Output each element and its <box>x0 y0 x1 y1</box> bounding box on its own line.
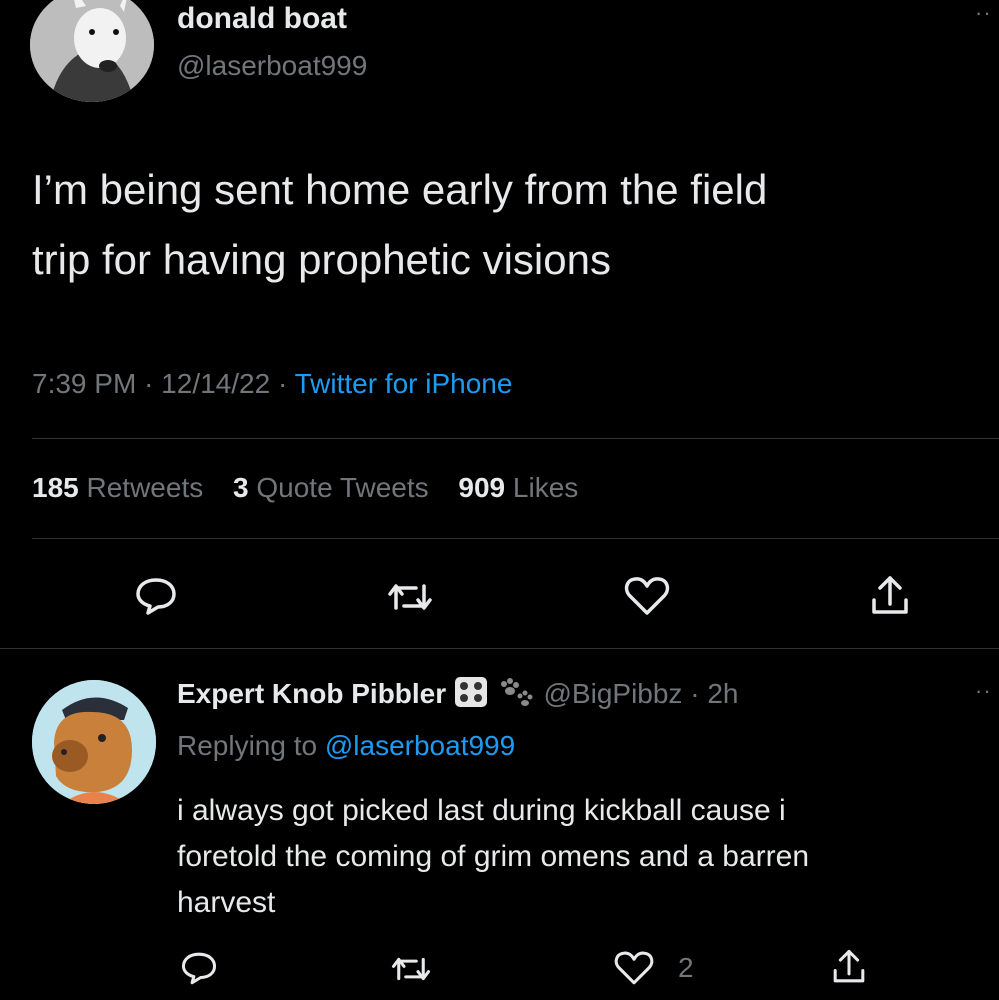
quote-tweets-label[interactable]: Quote Tweets <box>256 472 428 503</box>
meta-separator: · <box>277 368 288 399</box>
paw-prints-emoji-icon <box>496 676 536 715</box>
retweet-icon[interactable] <box>390 952 432 986</box>
reply-text-line-3: harvest <box>177 886 276 919</box>
likes-count[interactable]: 909 <box>458 472 505 503</box>
author-display-name[interactable]: donald boat <box>177 2 347 36</box>
tweet-date[interactable]: 12/14/22 <box>161 368 270 399</box>
reply-text-line-1: i always got picked last during kickball… <box>177 794 786 827</box>
tweet-stats: 185 Retweets 3 Quote Tweets 909 Likes <box>32 472 600 504</box>
reply-text-line-2: foretold the coming of grim omens and a … <box>177 840 810 873</box>
reply-icon[interactable] <box>134 576 178 616</box>
replying-to-label: Replying to <box>177 730 318 761</box>
share-icon[interactable] <box>868 574 912 618</box>
tweet-time: 7:39 PM <box>32 368 137 399</box>
dog-avatar-icon <box>30 0 154 102</box>
reply-more-options-icon[interactable]: ·· <box>975 678 992 704</box>
author-handle[interactable]: @laserboat999 <box>177 50 367 82</box>
more-options-icon[interactable]: ·· <box>975 0 992 26</box>
meta-separator: · <box>690 677 700 709</box>
reply-header: Expert Knob Pibbler @BigPibbz · 2h <box>177 676 738 715</box>
retweets-label[interactable]: Retweets <box>87 472 204 503</box>
like-icon[interactable] <box>614 950 654 986</box>
divider <box>32 538 999 539</box>
reply-time-ago[interactable]: 2h <box>707 678 738 709</box>
dice-emoji-icon <box>454 676 488 715</box>
tweet-text-line-2: trip for having prophetic visions <box>32 236 611 283</box>
quote-tweets-count[interactable]: 3 <box>233 472 249 503</box>
share-icon[interactable] <box>830 948 868 986</box>
retweets-count[interactable]: 185 <box>32 472 79 503</box>
reply-icon[interactable] <box>180 950 218 986</box>
tweet-meta: 7:39 PM · 12/14/22 · Twitter for iPhone <box>32 368 512 400</box>
reply-author-handle[interactable]: @BigPibbz <box>544 678 683 709</box>
reply-avatar[interactable] <box>32 680 156 804</box>
avatar[interactable] <box>30 0 154 102</box>
tweet-text-line-1: I’m being sent home early from the field <box>32 166 768 213</box>
likes-label[interactable]: Likes <box>513 472 578 503</box>
reply-like-count[interactable]: 2 <box>678 952 694 984</box>
tweet-source-link[interactable]: Twitter for iPhone <box>295 368 513 399</box>
reply-author-display-name[interactable]: Expert Knob Pibbler <box>177 678 446 709</box>
capybara-avatar-icon <box>32 680 156 804</box>
retweet-icon[interactable] <box>386 578 434 616</box>
divider <box>32 438 999 439</box>
meta-separator: · <box>144 368 154 399</box>
divider <box>0 648 999 649</box>
like-icon[interactable] <box>624 576 670 616</box>
replying-to-handle[interactable]: @laserboat999 <box>325 730 515 761</box>
replying-to: Replying to @laserboat999 <box>177 730 515 762</box>
